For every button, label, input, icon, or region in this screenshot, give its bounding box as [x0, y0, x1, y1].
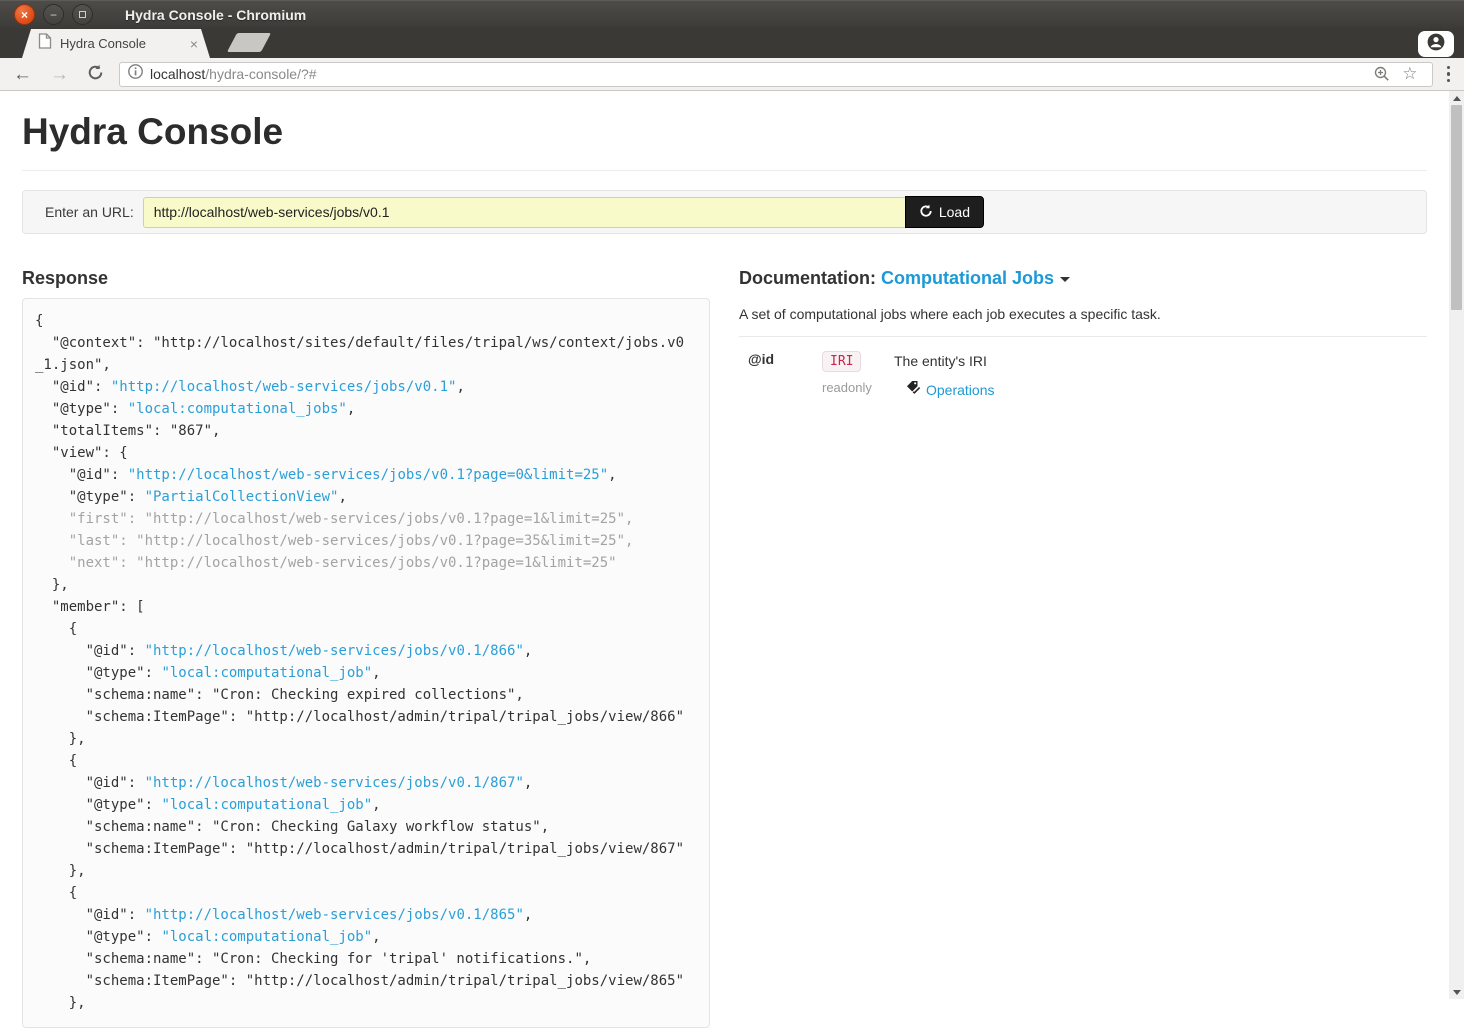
json-line: "schema:ItemPage": "http://localhost/adm… — [35, 970, 697, 992]
json-line: }, — [35, 728, 697, 750]
json-line: "@id": "http://localhost/web-services/jo… — [35, 640, 697, 662]
header-divider — [22, 170, 1427, 171]
page-content: Hydra Console Enter an URL: Load Respons… — [0, 91, 1464, 999]
json-line: { — [35, 310, 697, 332]
scroll-down-icon[interactable] — [1449, 985, 1464, 999]
browser-toolbar: ← → localhost/hydra-console/?# ☆ — [0, 58, 1464, 91]
profile-avatar-icon — [1427, 33, 1445, 56]
url-bar[interactable]: localhost/hydra-console/?# ☆ — [119, 62, 1433, 87]
response-panel: { "@context": "http://localhost/sites/de… — [22, 298, 710, 1028]
property-type-badge: IRI — [822, 351, 861, 372]
json-line: { — [35, 750, 697, 772]
property-name: @id — [748, 351, 822, 367]
json-line: "@id": "http://localhost/web-services/jo… — [35, 772, 697, 794]
json-line: "schema:name": "Cron: Checking for 'trip… — [35, 948, 697, 970]
browser-menu-icon[interactable] — [1441, 66, 1464, 83]
browser-tab[interactable]: Hydra Console × — [22, 29, 210, 58]
json-line: "@id": "http://localhost/web-services/jo… — [35, 464, 697, 486]
json-line: "member": [ — [35, 596, 697, 618]
property-description: The entity's IRI — [894, 351, 1427, 369]
page-favicon-icon — [38, 33, 52, 54]
json-link[interactable]: "http://localhost/web-services/jobs/v0.1… — [145, 643, 524, 659]
json-line: "@id": "http://localhost/web-services/jo… — [35, 904, 697, 926]
json-line: }, — [35, 574, 697, 596]
json-line: "view": { — [35, 442, 697, 464]
json-line: "@id": "http://localhost/web-services/jo… — [35, 376, 697, 398]
operations-link[interactable]: Operations — [894, 380, 1427, 400]
json-line: "@context": "http://localhost/sites/defa… — [35, 332, 697, 354]
json-link[interactable]: "http://localhost/web-services/jobs/v0.1… — [111, 379, 457, 395]
window-titlebar: × − Hydra Console - Chromium — [0, 0, 1464, 28]
forward-button[interactable]: → — [41, 65, 78, 84]
new-tab-button[interactable] — [227, 33, 271, 52]
json-line: "@type": "local:computational_job", — [35, 662, 697, 684]
api-url-input[interactable] — [143, 197, 905, 228]
json-line: "schema:ItemPage": "http://localhost/adm… — [35, 706, 697, 728]
json-link[interactable]: "local:computational_job" — [161, 929, 372, 945]
url-input-label: Enter an URL: — [45, 204, 134, 220]
tab-strip: Hydra Console × — [0, 28, 1464, 58]
json-line: "@type": "PartialCollectionView", — [35, 486, 697, 508]
json-line: _1.json", — [35, 354, 697, 376]
json-link[interactable]: "local:computational_job" — [161, 665, 372, 681]
response-json: { "@context": "http://localhost/sites/de… — [35, 310, 697, 1014]
window-minimize-button[interactable]: − — [43, 4, 64, 25]
zoom-icon[interactable] — [1368, 66, 1396, 82]
doc-property-table: @id IRI The entity's IRI readonly Operat… — [739, 351, 1427, 400]
json-line: "schema:name": "Cron: Checking Galaxy wo… — [35, 816, 697, 838]
property-readonly-label: readonly — [822, 380, 894, 395]
back-button[interactable]: ← — [4, 65, 41, 84]
doc-class-link[interactable]: Computational Jobs — [881, 268, 1054, 288]
json-link[interactable]: "local:computational_jobs" — [128, 401, 347, 417]
tag-icon — [906, 380, 921, 400]
bookmark-star-icon[interactable]: ☆ — [1396, 64, 1423, 84]
json-line: "@type": "local:computational_job", — [35, 926, 697, 948]
json-line: { — [35, 882, 697, 904]
scrollbar-thumb[interactable] — [1451, 105, 1462, 310]
profile-button[interactable] — [1418, 31, 1454, 57]
tab-close-icon[interactable]: × — [188, 35, 200, 53]
response-heading: Response — [22, 268, 710, 289]
json-line: "@type": "local:computational_jobs", — [35, 398, 697, 420]
json-link[interactable]: "http://localhost/web-services/jobs/v0.1… — [128, 467, 608, 483]
json-link[interactable]: "http://localhost/web-services/jobs/v0.1… — [145, 775, 524, 791]
url-form: Enter an URL: Load — [22, 190, 1427, 234]
window-title: Hydra Console - Chromium — [125, 7, 306, 23]
documentation-heading: Documentation: Computational Jobs — [739, 268, 1427, 289]
page-scrollbar[interactable] — [1449, 91, 1464, 999]
window-close-button[interactable]: × — [14, 4, 35, 25]
refresh-icon — [919, 204, 933, 221]
json-link[interactable]: "http://localhost/web-services/jobs/v0.1… — [145, 907, 524, 923]
json-line: "last": "http://localhost/web-services/j… — [35, 530, 697, 552]
json-line: "next": "http://localhost/web-services/j… — [35, 552, 697, 574]
json-line: "schema:name": "Cron: Checking expired c… — [35, 684, 697, 706]
load-button[interactable]: Load — [905, 196, 984, 228]
json-line: "schema:ItemPage": "http://localhost/adm… — [35, 838, 697, 860]
reload-button[interactable] — [78, 64, 113, 85]
doc-class-description: A set of computational jobs where each j… — [739, 306, 1427, 322]
window-maximize-button[interactable] — [72, 4, 93, 25]
url-text[interactable]: localhost/hydra-console/?# — [150, 66, 1368, 82]
json-link[interactable]: "local:computational_job" — [161, 797, 372, 813]
json-link[interactable]: "PartialCollectionView" — [145, 489, 339, 505]
json-line: "totalItems": "867", — [35, 420, 697, 442]
json-line: { — [35, 618, 697, 640]
chevron-down-icon[interactable] — [1060, 277, 1070, 282]
page-title: Hydra Console — [22, 111, 1427, 153]
tab-title: Hydra Console — [60, 36, 188, 51]
doc-divider — [739, 336, 1427, 337]
json-line: }, — [35, 860, 697, 882]
json-line: }, — [35, 992, 697, 1014]
json-line: "first": "http://localhost/web-services/… — [35, 508, 697, 530]
scroll-up-icon[interactable] — [1449, 91, 1464, 105]
json-line: "@type": "local:computational_job", — [35, 794, 697, 816]
page-info-icon[interactable] — [128, 64, 143, 84]
